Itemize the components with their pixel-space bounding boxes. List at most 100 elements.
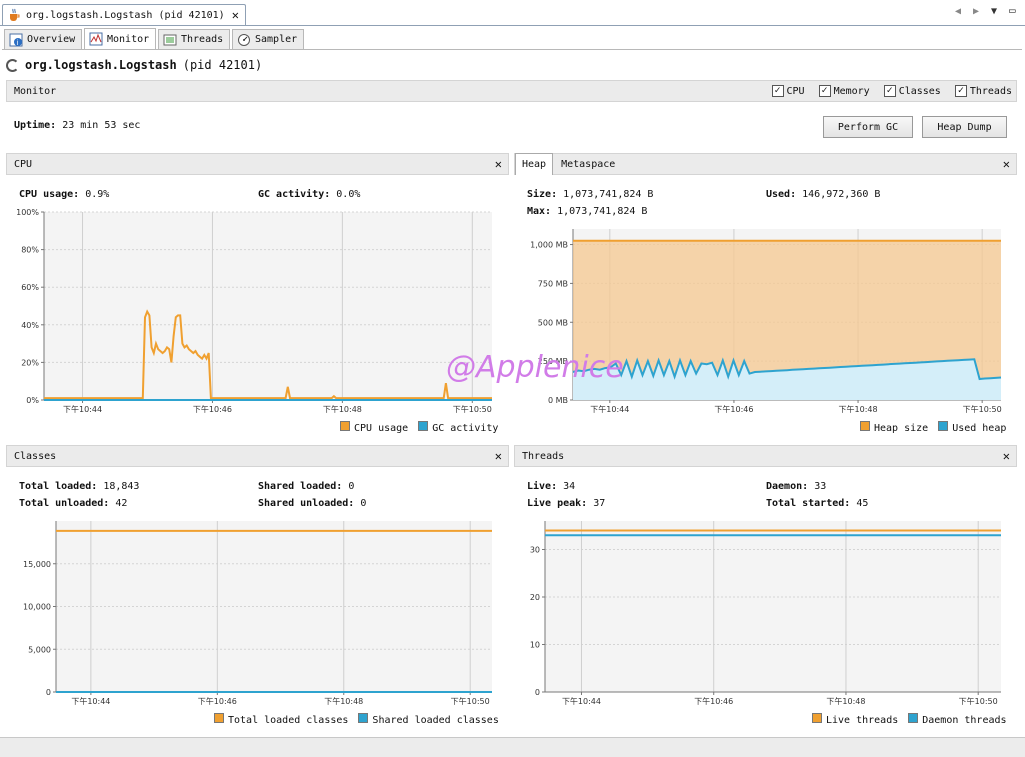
cpu-legend: CPU usage GC activity bbox=[340, 421, 498, 434]
heap-size-value: 1,073,741,824 B bbox=[563, 189, 654, 200]
threads-panel-header: Threads ✕ bbox=[514, 445, 1017, 467]
threads-legend: Live threads Daemon threads bbox=[812, 713, 1007, 726]
restore-icon[interactable]: ▭ bbox=[1009, 4, 1016, 17]
x-tick-label: 下午10:44 bbox=[63, 404, 102, 414]
x-tick-label: 下午10:50 bbox=[959, 696, 998, 706]
check-icon: ✓ bbox=[771, 85, 784, 97]
checkbox-memory-label: Memory bbox=[833, 85, 870, 97]
threads-icon bbox=[163, 33, 177, 47]
x-tick-label: 下午10:44 bbox=[590, 404, 629, 414]
y-tick-label: 15,000 bbox=[23, 560, 51, 569]
scroll-right-icon[interactable]: ▶ bbox=[973, 6, 979, 17]
total-started-stat: Total started: 45 bbox=[766, 498, 868, 509]
close-icon[interactable]: ✕ bbox=[1003, 157, 1010, 171]
close-icon[interactable]: ✕ bbox=[232, 8, 239, 22]
app-name: org.logstash.Logstash bbox=[25, 58, 177, 72]
total-started-value: 45 bbox=[856, 498, 869, 509]
legend-live-threads: Live threads bbox=[812, 713, 898, 726]
tab-threads[interactable]: Threads bbox=[158, 29, 230, 49]
tab-sampler[interactable]: Sampler bbox=[232, 29, 304, 49]
y-tick-label: 0 bbox=[46, 688, 51, 697]
java-cup-icon bbox=[7, 8, 21, 22]
y-tick-label: 5,000 bbox=[28, 645, 51, 654]
uptime-value: 23 min 53 sec bbox=[62, 120, 141, 131]
y-tick-label: 10 bbox=[530, 641, 540, 650]
perform-gc-button[interactable]: Perform GC bbox=[823, 116, 913, 138]
legend-total-loaded: Total loaded classes bbox=[214, 713, 348, 726]
checkbox-cpu-label: CPU bbox=[786, 85, 805, 97]
classes-legend: Total loaded classes Shared loaded class… bbox=[214, 713, 499, 726]
scroll-left-icon[interactable]: ◀ bbox=[955, 6, 961, 17]
live-peak-label: Live peak: bbox=[527, 498, 588, 509]
shared-loaded-stat: Shared loaded: 0 bbox=[258, 481, 354, 492]
legend-daemon-threads-label: Daemon threads bbox=[922, 715, 1007, 726]
shared-loaded-value: 0 bbox=[348, 481, 355, 492]
legend-shared-loaded-label: Shared loaded classes bbox=[372, 715, 499, 726]
legend-gc-activity: GC activity bbox=[418, 421, 498, 434]
y-tick-label: 20 bbox=[530, 593, 540, 602]
live-peak-value: 37 bbox=[593, 498, 606, 509]
legend-used-heap-label: Used heap bbox=[952, 423, 1007, 434]
x-tick-label: 下午10:46 bbox=[714, 404, 753, 414]
y-tick-label: 0 MB bbox=[548, 396, 568, 405]
legend-live-threads-label: Live threads bbox=[826, 715, 899, 726]
close-icon[interactable]: ✕ bbox=[495, 157, 502, 171]
cpu-usage-stat: CPU usage: 0.9% bbox=[19, 189, 109, 200]
cpu-panel-header: CPU ✕ bbox=[6, 153, 509, 175]
y-tick-label: 1,000 MB bbox=[530, 241, 568, 250]
shared-unloaded-label: Shared unloaded: bbox=[258, 498, 355, 509]
threads-chart: 0 10 20 30 下午10:44 下午10:46 下午10:48 下午10:50 bbox=[530, 521, 1001, 706]
heap-dump-button[interactable]: Heap Dump bbox=[922, 116, 1007, 138]
x-tick-label: 下午10:48 bbox=[839, 404, 878, 414]
y-tick-label: 80% bbox=[21, 246, 39, 255]
shared-loaded-label: Shared loaded: bbox=[258, 481, 343, 492]
heap-size-label: Size: bbox=[527, 189, 558, 200]
x-tick-label: 下午10:48 bbox=[323, 404, 362, 414]
x-tick-label: 下午10:48 bbox=[324, 696, 363, 706]
x-tick-label: 下午10:46 bbox=[694, 696, 733, 706]
close-icon[interactable]: ✕ bbox=[495, 449, 502, 463]
plot-area bbox=[44, 212, 492, 400]
heap-used-label: Used: bbox=[766, 189, 797, 200]
y-tick-label: 20% bbox=[21, 358, 39, 367]
gc-activity-label: GC activity: bbox=[258, 189, 331, 200]
legend-cpu-usage: CPU usage bbox=[340, 421, 408, 434]
daemon-threads-label: Daemon: bbox=[766, 481, 809, 492]
checkbox-cpu[interactable]: ✓ CPU bbox=[771, 85, 805, 97]
daemon-threads-stat: Daemon: 33 bbox=[766, 481, 826, 492]
checkbox-classes[interactable]: ✓ Classes bbox=[883, 85, 941, 97]
x-tick-label: 下午10:44 bbox=[562, 696, 601, 706]
total-loaded-label: Total loaded: bbox=[19, 481, 98, 492]
gc-activity-value: 0.0% bbox=[336, 189, 361, 200]
dropdown-icon[interactable]: ▼ bbox=[991, 6, 997, 17]
checkbox-memory[interactable]: ✓ Memory bbox=[818, 85, 870, 97]
x-tick-label: 下午10:50 bbox=[963, 404, 1002, 414]
page-title: org.logstash.Logstash (pid 42101) bbox=[6, 58, 262, 72]
tab-overview[interactable]: i Overview bbox=[4, 29, 82, 49]
heap-panel-header: Heap Metaspace ✕ bbox=[514, 153, 1017, 175]
checkbox-threads[interactable]: ✓ Threads bbox=[954, 85, 1012, 97]
live-threads-value: 34 bbox=[563, 481, 576, 492]
tab-heap[interactable]: Heap bbox=[515, 153, 554, 175]
monitor-section-label: Monitor bbox=[14, 85, 57, 97]
cpu-usage-label: CPU usage: bbox=[19, 189, 80, 200]
y-tick-label: 30 bbox=[530, 546, 540, 555]
status-strip bbox=[0, 737, 1025, 757]
x-tick-label: 下午10:46 bbox=[193, 404, 232, 414]
close-icon[interactable]: ✕ bbox=[1003, 449, 1010, 463]
monitor-section-bar: Monitor ✓ CPU ✓ Memory ✓ Classes ✓ Threads bbox=[6, 80, 1017, 102]
x-tick-label: 下午10:44 bbox=[71, 696, 110, 706]
cpu-chart: 0% 20% 40% 60% 80% 100% 下午10:44 下午10:46 下午10:48 下… bbox=[16, 208, 492, 414]
uptime: Uptime: 23 min 53 sec bbox=[14, 120, 140, 131]
shared-unloaded-stat: Shared unloaded: 0 bbox=[258, 498, 366, 509]
document-tab[interactable]: org.logstash.Logstash (pid 42101) ✕ bbox=[2, 4, 246, 25]
y-tick-label: 0% bbox=[26, 396, 39, 405]
legend-used-heap: Used heap bbox=[938, 421, 1006, 434]
heap-legend: Heap size Used heap bbox=[860, 421, 1006, 434]
tab-monitor[interactable]: Monitor bbox=[84, 28, 156, 49]
svg-text:i: i bbox=[17, 39, 19, 47]
y-tick-label: 500 MB bbox=[538, 318, 568, 327]
tab-metaspace[interactable]: Metaspace bbox=[553, 159, 615, 170]
heap-max-stat: Max: 1,073,741,824 B bbox=[527, 206, 647, 217]
heap-used-stat: Used: 146,972,360 B bbox=[766, 189, 880, 200]
